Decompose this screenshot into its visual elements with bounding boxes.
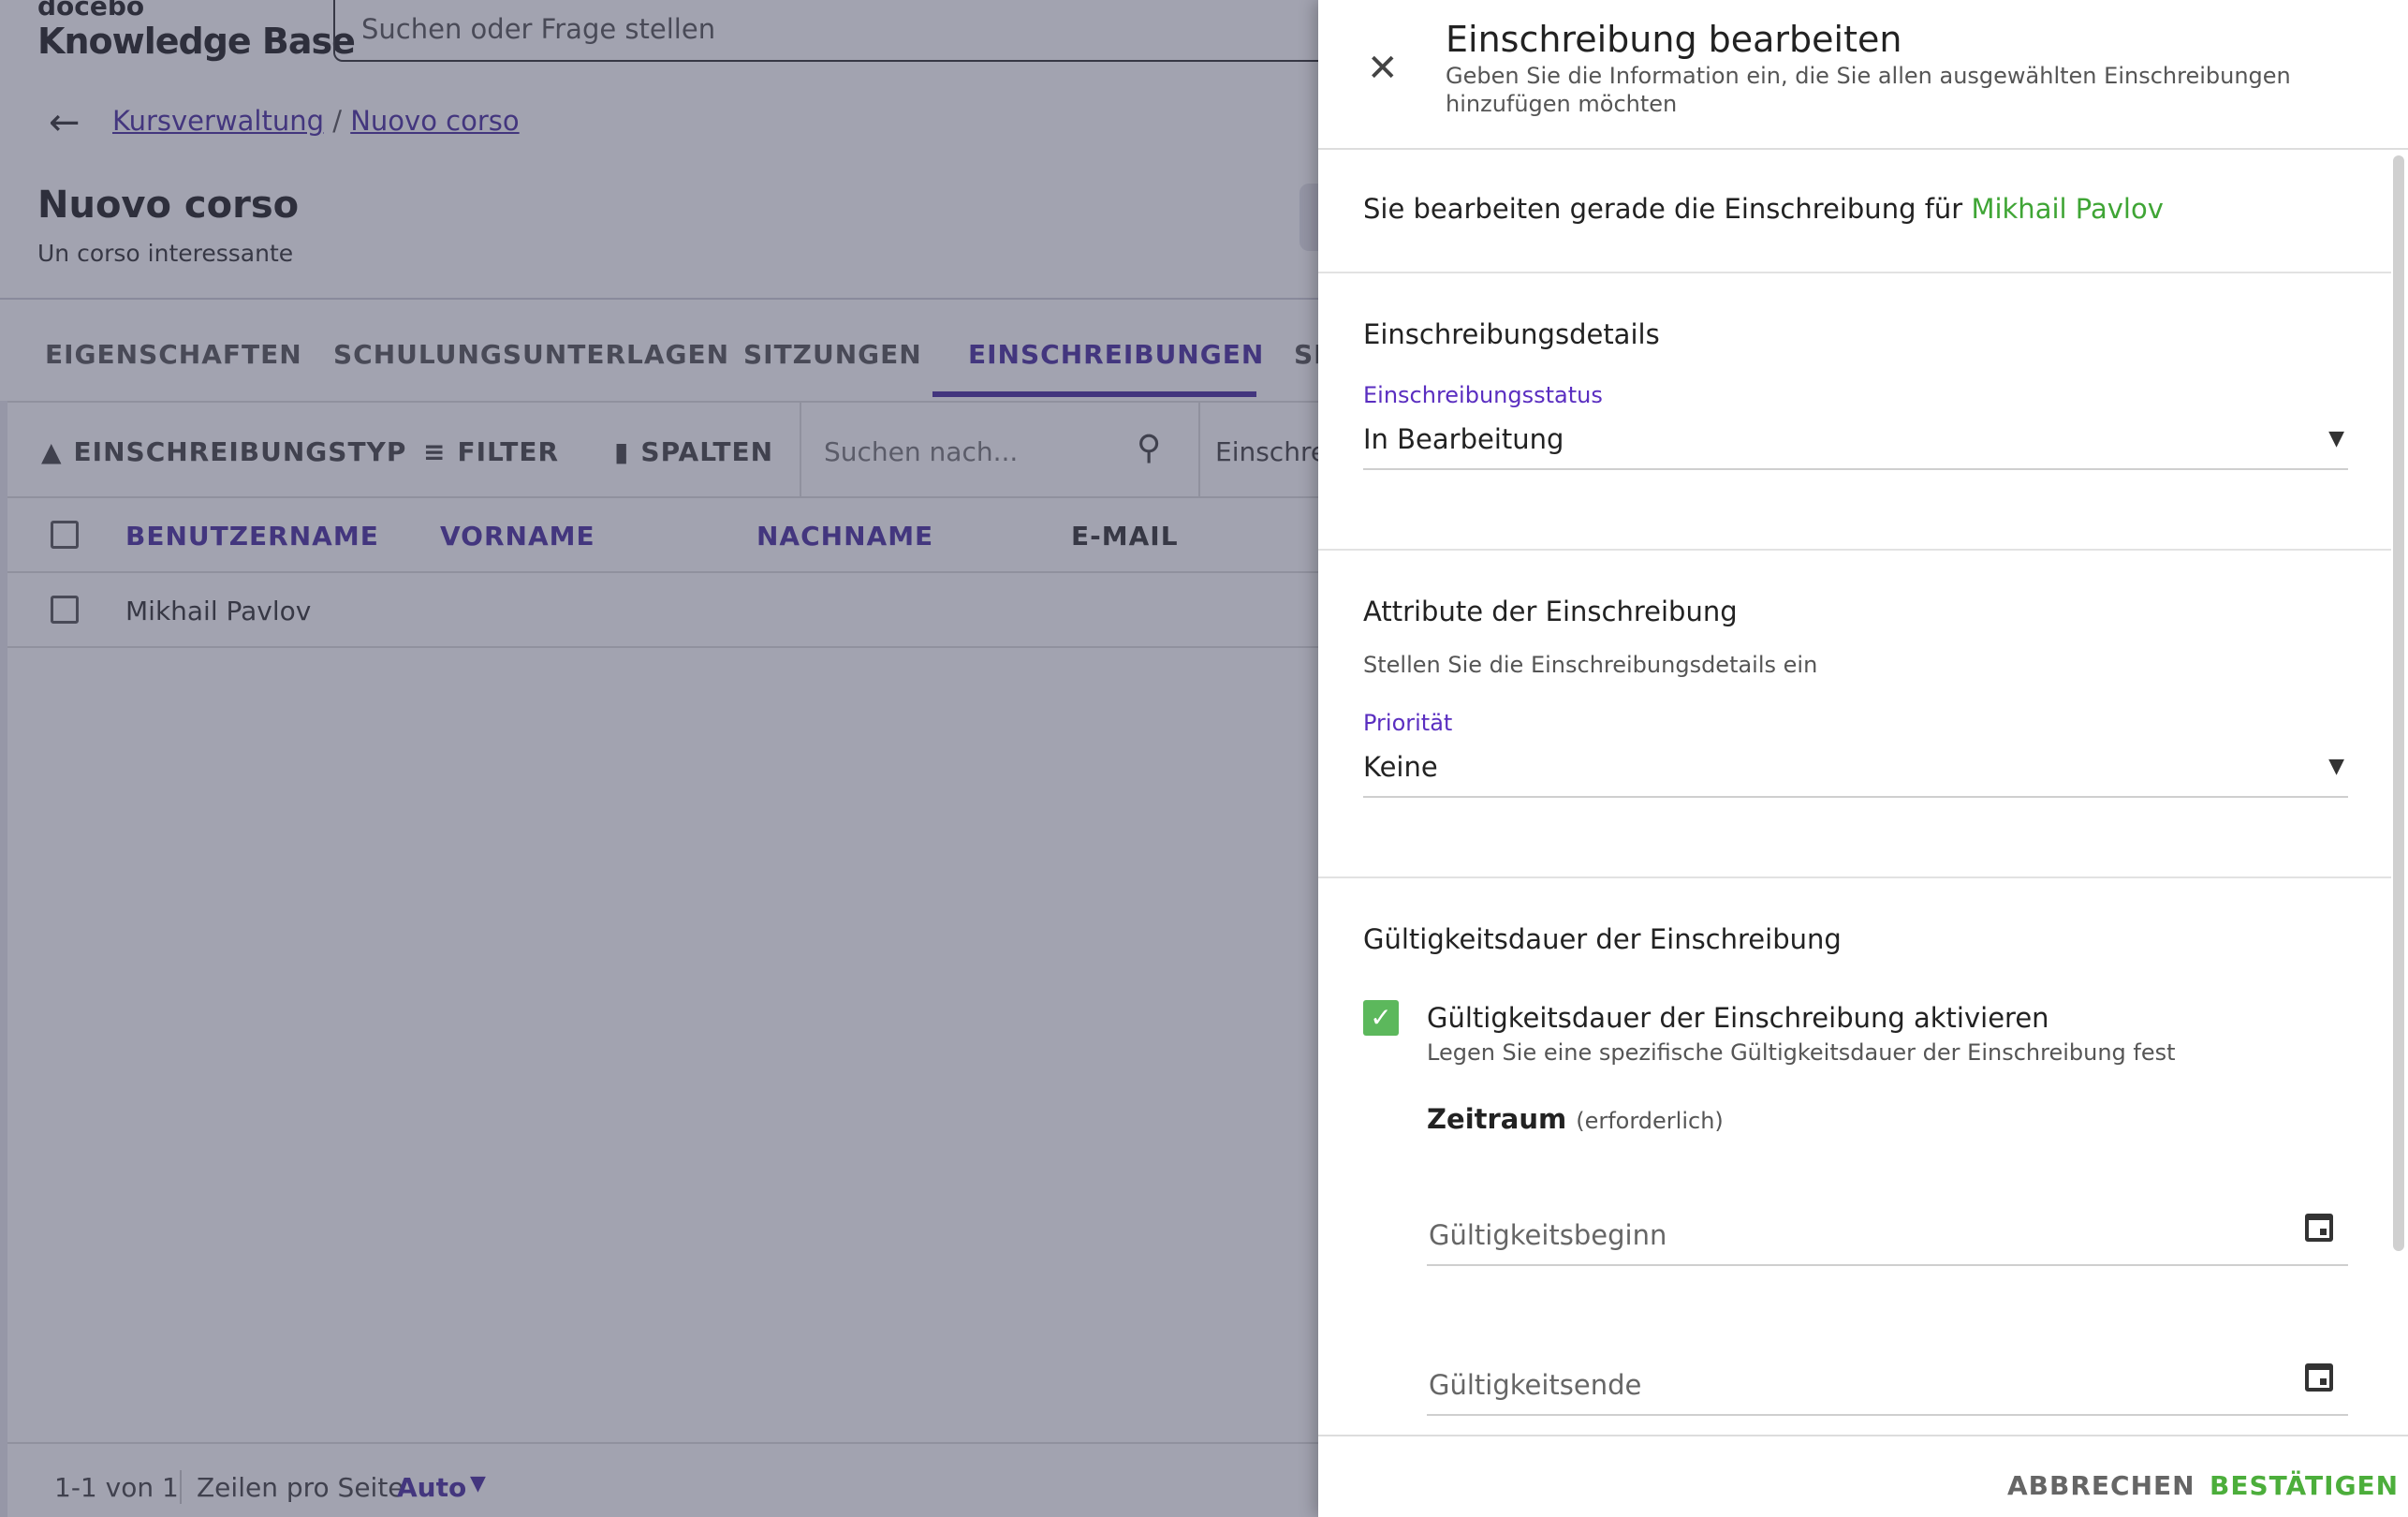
chevron-down-icon: ▼ [2328, 755, 2344, 778]
validity-end-field[interactable]: Gültigkeitsende [1427, 1360, 2348, 1416]
section-title-details: Einschreibungsdetails [1363, 318, 1660, 350]
validity-checkbox-hint: Legen Sie eine spezifische Gültigkeitsda… [1427, 1039, 2176, 1066]
attributes-hint: Stellen Sie die Einschreibungsdetails ei… [1363, 652, 1818, 678]
scrollbar[interactable] [2393, 155, 2404, 1251]
priority-label: Priorität [1363, 710, 1453, 736]
editing-info: Sie bearbeiten gerade die Einschreibung … [1363, 193, 2164, 225]
calendar-icon[interactable] [2305, 1214, 2333, 1242]
status-value: In Bearbeitung [1363, 423, 1564, 455]
validity-end-placeholder: Gültigkeitsende [1429, 1369, 1642, 1401]
drawer-content[interactable]: Sie bearbeiten gerade die Einschreibung … [1318, 150, 2391, 1435]
modal-backdrop[interactable] [0, 0, 1318, 1517]
divider [1318, 549, 2391, 551]
cancel-button[interactable]: ABBRECHEN [2007, 1470, 2195, 1501]
drawer-title: Einschreibung bearbeiten [1446, 19, 1902, 60]
divider [1318, 876, 2391, 878]
confirm-button[interactable]: BESTÄTIGEN [2210, 1470, 2399, 1501]
close-icon[interactable]: ✕ [1367, 47, 1399, 90]
status-select[interactable]: In Bearbeitung ▼ [1363, 414, 2348, 470]
priority-select[interactable]: Keine ▼ [1363, 742, 2348, 798]
section-title-validity: Gültigkeitsdauer der Einschreibung [1363, 923, 1842, 955]
section-title-attributes: Attribute der Einschreibung [1363, 596, 1738, 627]
period-required: (erforderlich) [1576, 1108, 1724, 1134]
period-label: Zeitraum (erforderlich) [1427, 1103, 1724, 1135]
editing-info-user: Mikhail Pavlov [1971, 193, 2164, 225]
divider [1318, 272, 2391, 273]
chevron-down-icon: ▼ [2328, 427, 2344, 450]
period-label-text: Zeitraum [1427, 1103, 1567, 1135]
calendar-icon[interactable] [2305, 1363, 2333, 1392]
priority-value: Keine [1363, 751, 1438, 783]
validity-checkbox-label[interactable]: Gültigkeitsdauer der Einschreibung aktiv… [1427, 1002, 2049, 1034]
divider [1318, 1435, 2408, 1436]
drawer-subtitle: Geben Sie die Information ein, die Sie a… [1446, 63, 2291, 117]
status-label: Einschreibungsstatus [1363, 382, 1603, 408]
validity-start-placeholder: Gültigkeitsbeginn [1429, 1219, 1667, 1251]
editing-info-text: Sie bearbeiten gerade die Einschreibung … [1363, 193, 1963, 225]
validity-checkbox[interactable]: ✓ [1363, 1000, 1399, 1036]
edit-enrollment-drawer: ✕ Einschreibung bearbeiten Geben Sie die… [1318, 0, 2408, 1517]
validity-start-field[interactable]: Gültigkeitsbeginn [1427, 1210, 2348, 1266]
